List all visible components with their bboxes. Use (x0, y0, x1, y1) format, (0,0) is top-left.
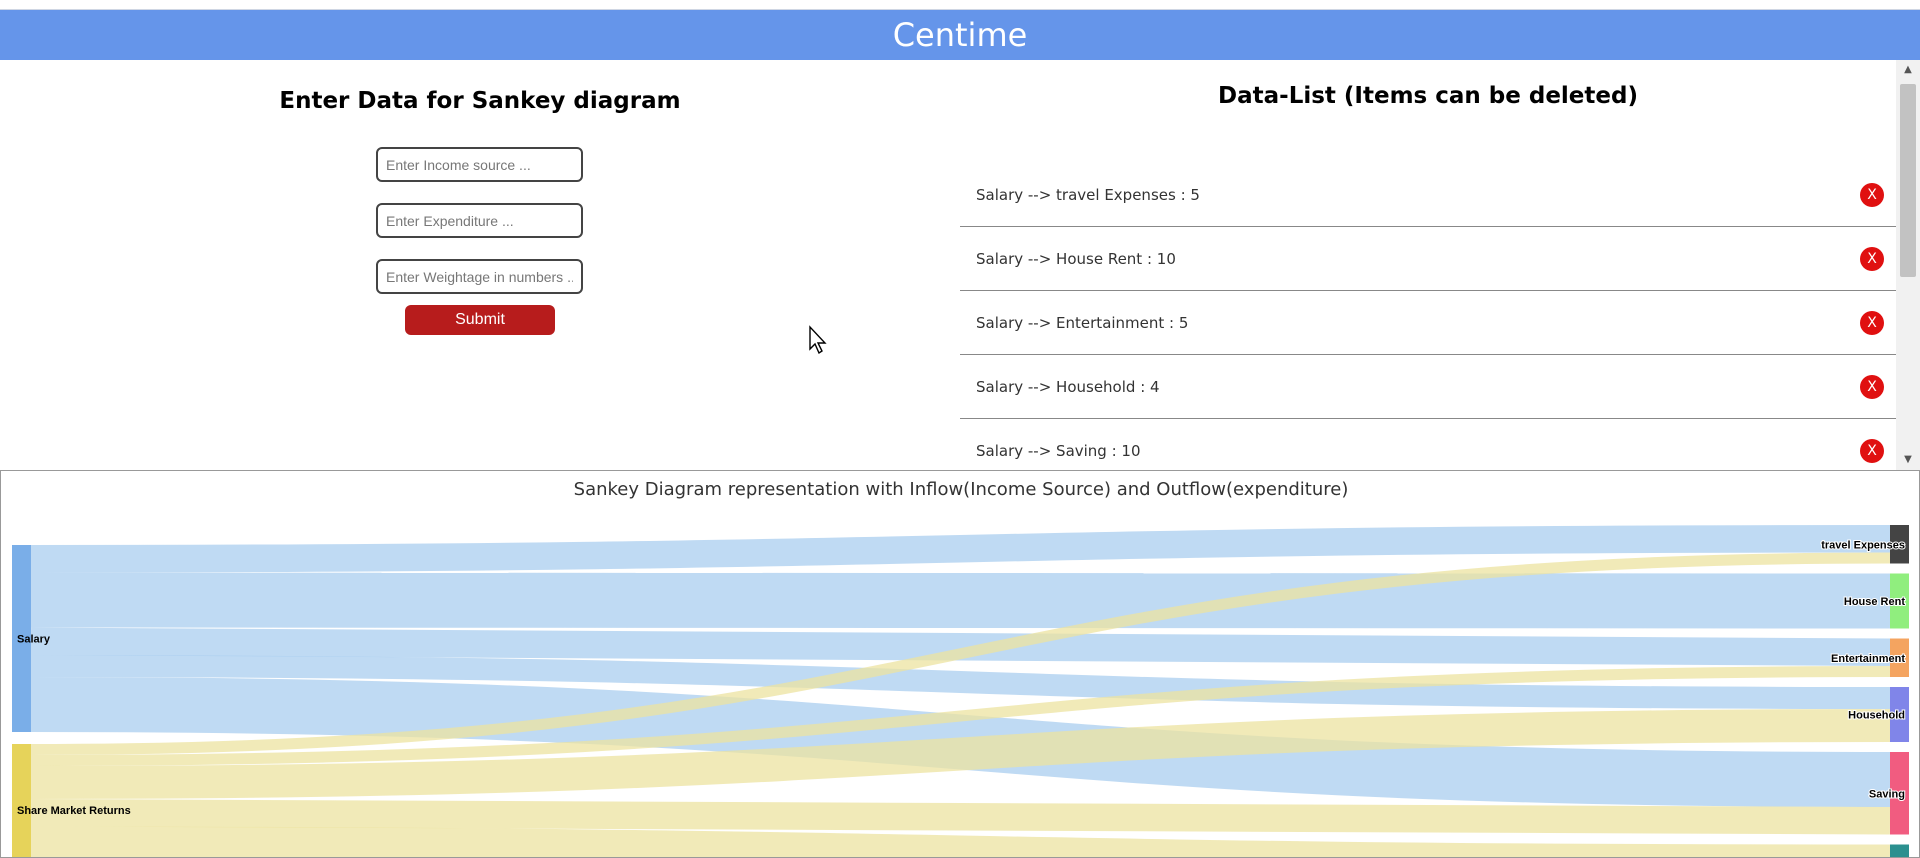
sankey-source-node[interactable] (12, 744, 31, 857)
form-title: Enter Data for Sankey diagram (279, 88, 681, 114)
data-list: Salary --> travel Expenses : 5 X Salary … (960, 163, 1896, 470)
app-title: Centime (892, 16, 1028, 54)
window-top-border (0, 0, 1920, 10)
data-list-title: Data-List (Items can be deleted) (1218, 83, 1638, 109)
scroll-up-arrow-icon[interactable]: ▲ (1896, 62, 1920, 78)
weightage-input[interactable] (376, 259, 583, 294)
list-item-text: Salary --> Household : 4 (976, 378, 1160, 396)
sankey-link[interactable] (30, 572, 1891, 629)
expenditure-input[interactable] (376, 203, 583, 238)
list-item: Salary --> Entertainment : 5 X (960, 291, 1896, 355)
data-list-scrollbar[interactable]: ▲ ▼ (1896, 60, 1920, 470)
sankey-source-label: Share Market Returns (17, 805, 131, 817)
list-item-text: Salary --> Saving : 10 (976, 442, 1141, 460)
sankey-link[interactable] (30, 525, 1891, 573)
sankey-chart-panel: Sankey Diagram representation with Inflo… (0, 470, 1920, 858)
sankey-diagram: Salary Share Market Returns travel Expense… (12, 525, 1909, 858)
sankey-links (30, 525, 1891, 857)
sankey-target-label: House Rent (1844, 596, 1905, 608)
scrollbar-thumb[interactable] (1900, 84, 1916, 277)
list-item: Salary --> Household : 4 X (960, 355, 1896, 419)
list-item: Salary --> House Rent : 10 X (960, 227, 1896, 291)
submit-button[interactable]: Submit (405, 305, 555, 335)
data-list-panel: Data-List (Items can be deleted) Salary … (960, 60, 1896, 470)
sankey-target-label: travel Expenses (1821, 539, 1905, 551)
delete-item-button[interactable]: X (1860, 439, 1884, 463)
delete-item-button[interactable]: X (1860, 311, 1884, 335)
sankey-source-label: Salary (17, 634, 51, 646)
list-item-text: Salary --> House Rent : 10 (976, 250, 1176, 268)
sankey-target-node[interactable] (1890, 844, 1909, 858)
sankey-link[interactable] (30, 826, 1891, 857)
sankey-target-label: Entertainment (1831, 653, 1905, 665)
delete-item-button[interactable]: X (1860, 183, 1884, 207)
list-item: Salary --> travel Expenses : 5 X (960, 163, 1896, 227)
income-source-input[interactable] (376, 147, 583, 182)
app-header: Centime (0, 10, 1920, 60)
scroll-down-arrow-icon[interactable]: ▼ (1896, 452, 1920, 468)
mouse-cursor-icon (809, 325, 827, 355)
list-item: Salary --> Saving : 10 X (960, 419, 1896, 470)
list-item-text: Salary --> Entertainment : 5 (976, 314, 1189, 332)
sankey-link[interactable] (30, 799, 1891, 835)
delete-item-button[interactable]: X (1860, 247, 1884, 271)
sankey-target-label: Household (1848, 710, 1905, 722)
delete-item-button[interactable]: X (1860, 375, 1884, 399)
list-item-text: Salary --> travel Expenses : 5 (976, 186, 1200, 204)
sankey-target-label: Saving (1869, 788, 1905, 800)
